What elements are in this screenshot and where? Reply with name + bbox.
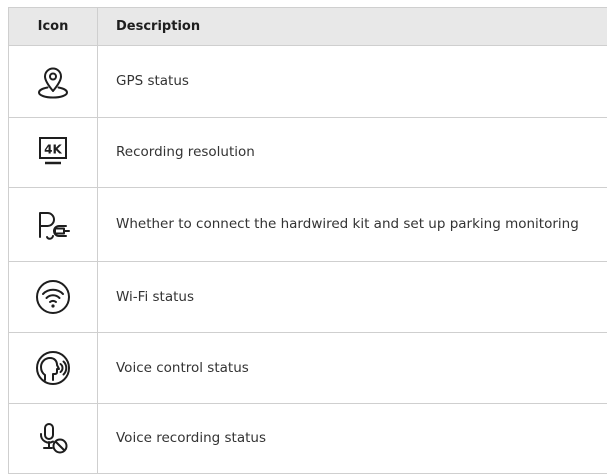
icon-table-container: Icon Description GPS status 4K Recording… [8,7,607,474]
resolution-4k-label: 4K [44,142,62,156]
wifi-icon [36,280,70,314]
icon-cell: 4K [8,117,98,188]
icon-cell [8,45,98,118]
table-header-row: Icon Description [8,7,607,46]
table-row: Wi-Fi status [8,261,607,333]
icon-cell [8,332,98,404]
icon-cell [8,261,98,333]
resolution-4k-icon: 4K [39,136,67,164]
icon-cell [8,187,98,262]
voice-control-icon [36,351,70,385]
table-row: Whether to connect the hardwired kit and… [8,187,607,262]
row-description: Voice recording status [97,403,607,474]
header-icon: Icon [8,7,98,46]
gps-pin-icon [38,67,68,98]
parking-hardwire-icon [39,211,70,240]
row-description: Wi-Fi status [97,261,607,333]
icon-cell [8,403,98,474]
row-description: Recording resolution [97,117,607,188]
table-row: GPS status [8,45,607,118]
table-row: 4K Recording resolution [8,117,607,188]
row-description: Voice control status [97,332,607,404]
table-row: Voice control status [8,332,607,404]
row-description: Whether to connect the hardwired kit and… [97,187,607,262]
table-row: Voice recording status [8,403,607,474]
header-description: Description [97,7,607,46]
voice-recording-off-icon [40,422,68,453]
icon-description-table: Icon Description GPS status 4K Recording… [8,7,607,474]
row-description: GPS status [97,45,607,118]
